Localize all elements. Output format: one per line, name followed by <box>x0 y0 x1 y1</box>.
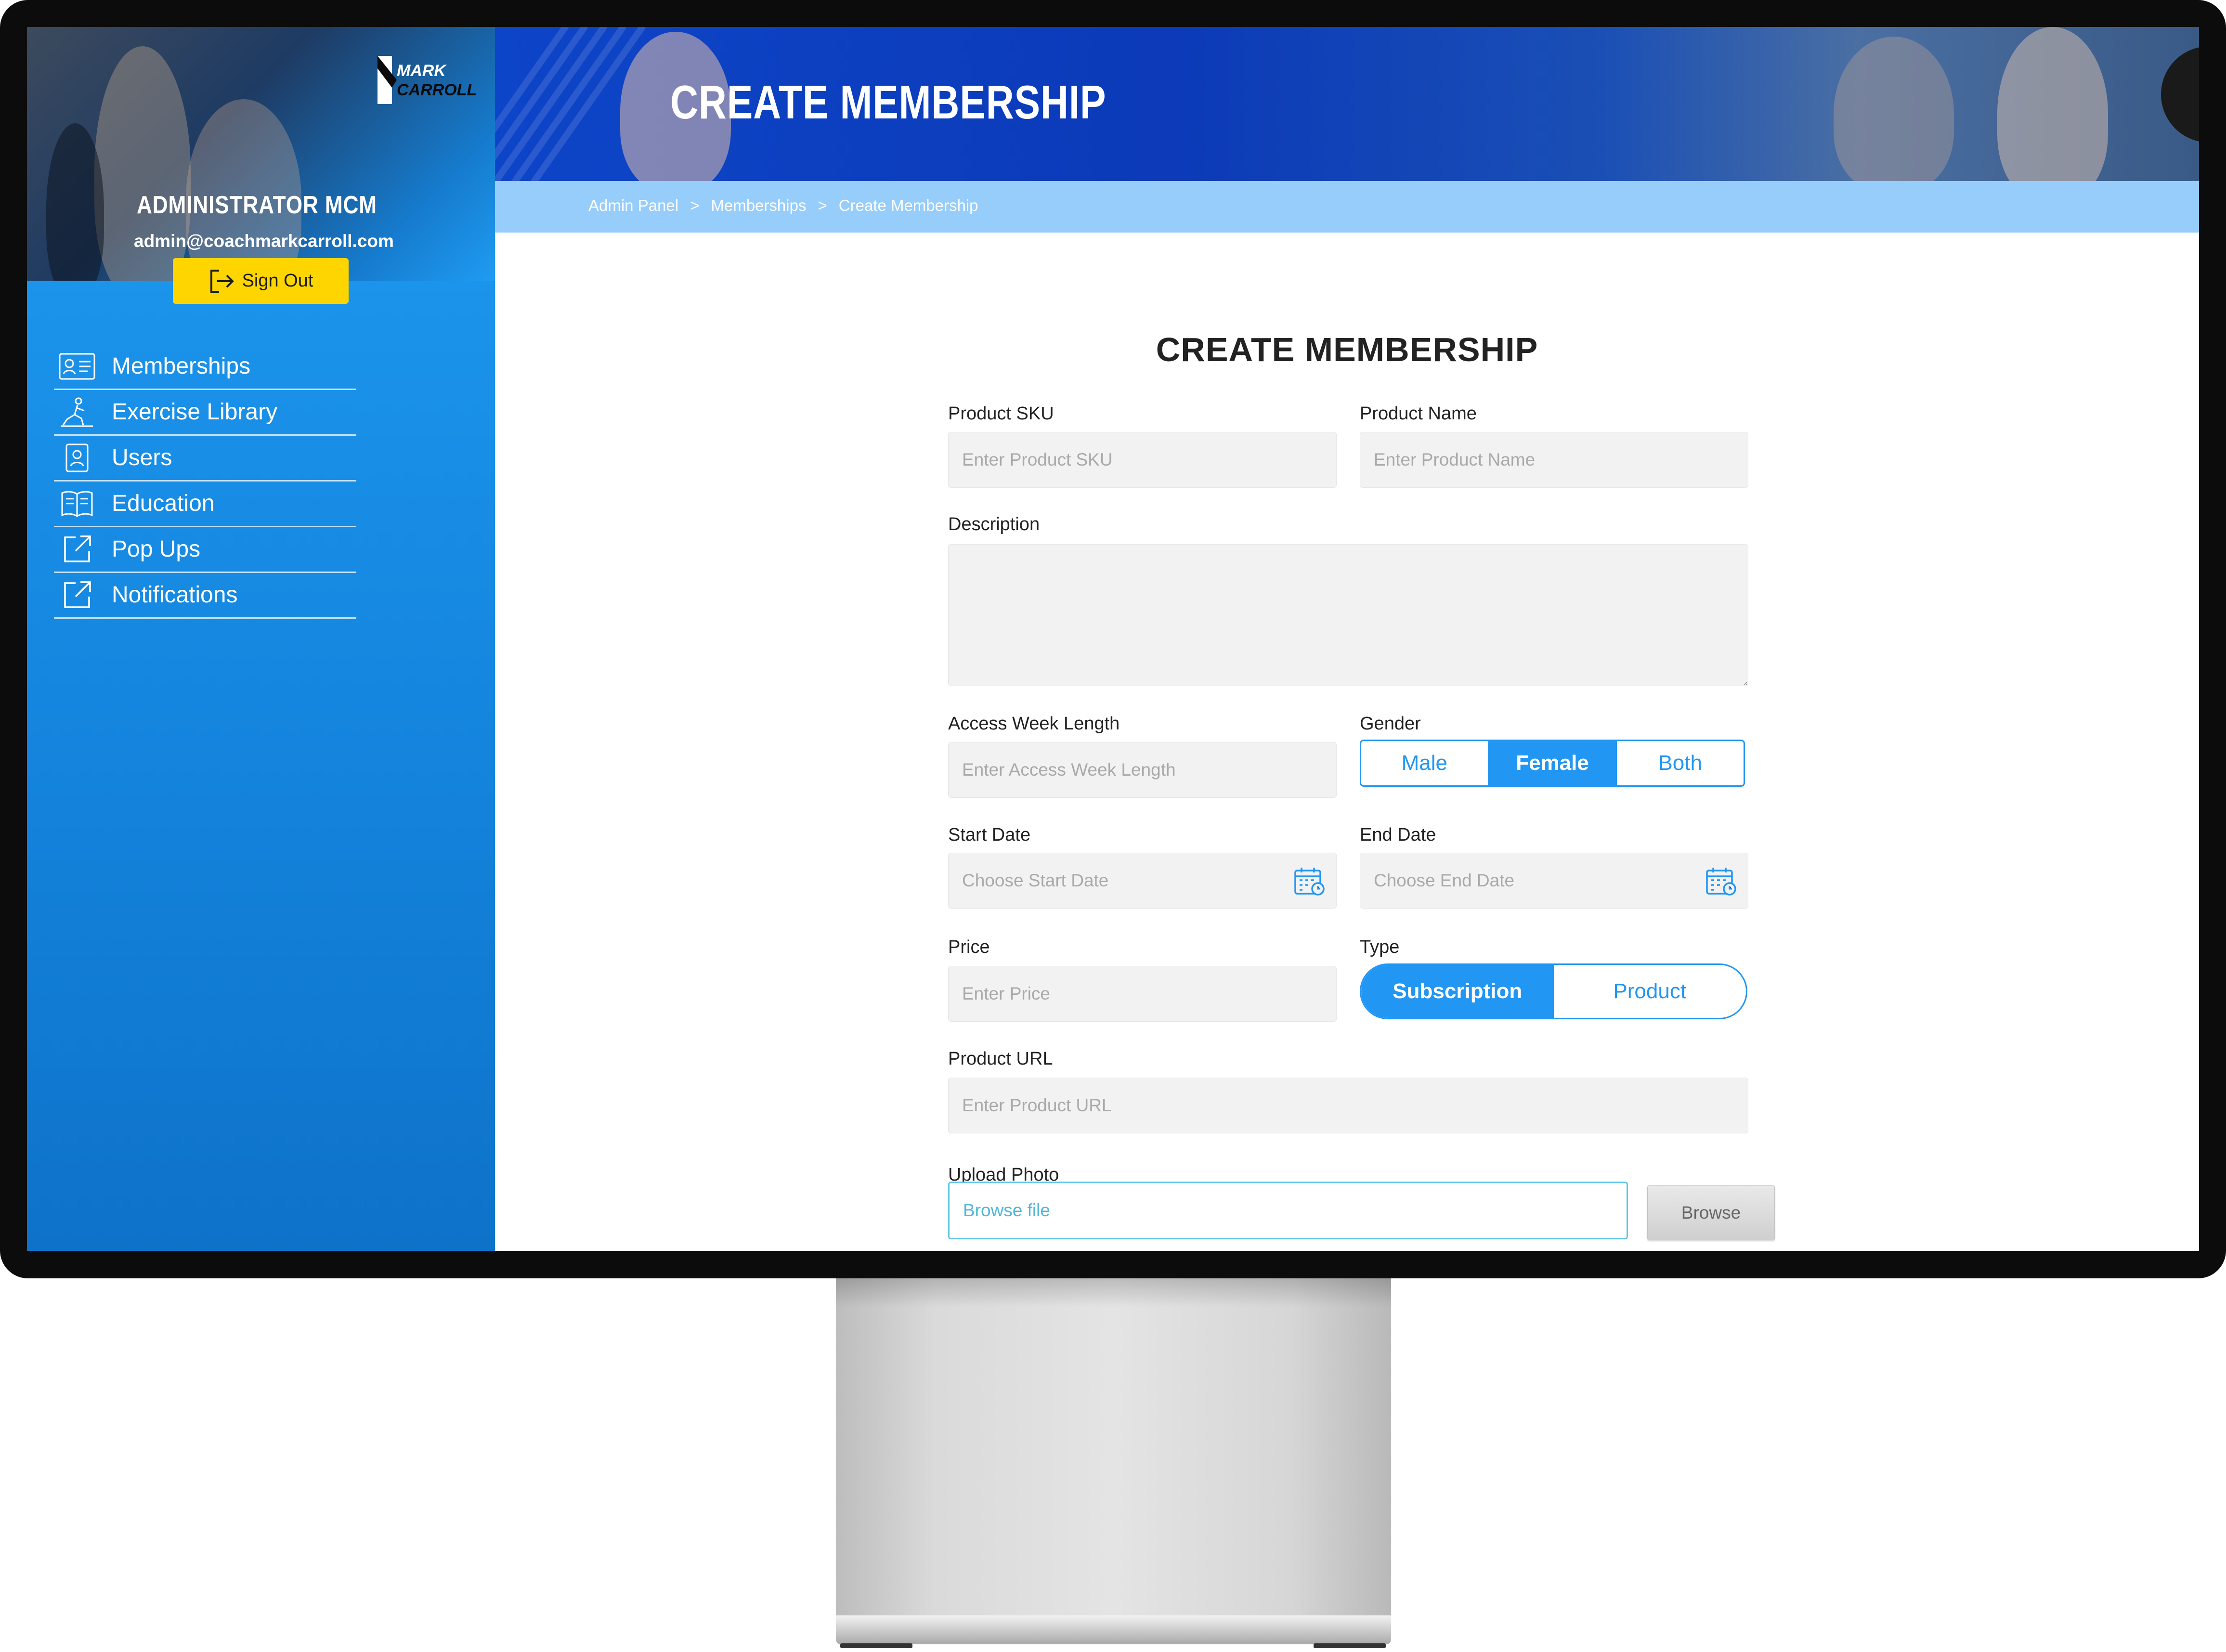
book-icon <box>57 489 97 518</box>
access-week-length-label: Access Week Length <box>948 714 1120 734</box>
calendar-icon[interactable] <box>1294 867 1326 897</box>
user-badge-icon <box>57 443 97 473</box>
access-week-length-input[interactable]: Enter Access Week Length <box>948 742 1337 798</box>
product-url-input[interactable]: Enter Product URL <box>948 1078 1748 1133</box>
start-date-label: Start Date <box>948 825 1031 845</box>
logo-text-bottom: CARROLL <box>397 81 477 99</box>
monitor-foot-left <box>840 1643 912 1648</box>
external-link-icon <box>57 580 97 610</box>
monitor-stand-base <box>836 1615 1391 1644</box>
type-label: Type <box>1360 937 1400 957</box>
sidebar-item-notifications[interactable]: Notifications <box>54 572 356 619</box>
page-title: CREATE MEMBERSHIP <box>670 76 1106 129</box>
type-toggle: Subscription Product <box>1360 963 1747 1019</box>
sidebar-item-education[interactable]: Education <box>54 481 356 527</box>
sign-out-icon <box>210 269 234 293</box>
gender-option-female[interactable]: Female <box>1487 741 1616 785</box>
sidebar-item-label: Notifications <box>112 582 238 608</box>
form-title: CREATE MEMBERSHIP <box>1156 331 1538 368</box>
sidebar: MARK CARROLL ADMINISTRATOR MCM admin@coa… <box>27 27 495 1251</box>
monitor-stand <box>836 1278 1391 1615</box>
breadcrumb-admin-panel[interactable]: Admin Panel <box>588 196 678 215</box>
external-link-icon <box>57 534 97 564</box>
admin-name: ADMINISTRATOR MCM <box>137 191 377 219</box>
end-date-input[interactable]: Choose End Date <box>1360 853 1748 909</box>
product-url-label: Product URL <box>948 1049 1053 1069</box>
product-sku-input[interactable]: Enter Product SKU <box>948 432 1337 488</box>
price-label: Price <box>948 937 990 957</box>
mark-carroll-logo: MARK CARROLL <box>378 56 477 104</box>
sidebar-item-pop-ups[interactable]: Pop Ups <box>54 527 356 573</box>
breadcrumb: Admin Panel > Memberships > Create Membe… <box>588 196 978 215</box>
admin-email: admin@coachmarkcarroll.com <box>134 231 394 251</box>
gender-option-male[interactable]: Male <box>1361 741 1488 785</box>
breadcrumb-separator: > <box>690 196 700 214</box>
screen: MARK CARROLL ADMINISTRATOR MCM admin@coa… <box>27 27 2199 1251</box>
calendar-icon[interactable] <box>1705 867 1737 897</box>
sign-out-button[interactable]: Sign Out <box>173 258 349 304</box>
description-label: Description <box>948 514 1040 534</box>
end-date-label: End Date <box>1360 825 1436 845</box>
type-option-subscription[interactable]: Subscription <box>1361 965 1554 1018</box>
breadcrumb-separator: > <box>818 196 827 214</box>
banner-photo-athletes <box>1834 37 1954 181</box>
sidebar-item-label: Education <box>112 491 215 516</box>
product-name-label: Product Name <box>1360 403 1477 424</box>
gender-toggle: Male Female Both <box>1360 740 1745 787</box>
description-textarea[interactable] <box>948 544 1748 686</box>
breadcrumb-current: Create Membership <box>838 196 978 214</box>
sidebar-item-label: Users <box>112 445 172 470</box>
gender-label: Gender <box>1360 714 1421 734</box>
sidebar-item-label: Memberships <box>112 353 251 379</box>
monitor-stand-shadow <box>836 1278 1391 1307</box>
gender-option-both[interactable]: Both <box>1615 741 1744 785</box>
breadcrumb-memberships[interactable]: Memberships <box>711 196 806 215</box>
sidebar-item-users[interactable]: Users <box>54 435 356 481</box>
sign-out-label: Sign Out <box>242 271 313 291</box>
product-sku-label: Product SKU <box>948 403 1054 424</box>
start-date-input[interactable]: Choose Start Date <box>948 853 1337 909</box>
start-date-placeholder: Choose Start Date <box>962 871 1109 890</box>
sidebar-item-label: Exercise Library <box>112 399 278 425</box>
sidebar-item-memberships[interactable]: Memberships <box>54 344 356 390</box>
sidebar-item-exercise-library[interactable]: Exercise Library <box>54 390 356 436</box>
browse-button[interactable]: Browse <box>1647 1185 1775 1240</box>
upload-photo-input[interactable]: Browse file <box>948 1182 1628 1239</box>
type-option-product[interactable]: Product <box>1554 965 1746 1018</box>
end-date-placeholder: Choose End Date <box>1374 871 1515 890</box>
monitor-foot-right <box>1314 1643 1386 1648</box>
exercise-icon <box>57 397 97 427</box>
price-input[interactable]: Enter Price <box>948 966 1337 1022</box>
sidebar-item-label: Pop Ups <box>112 536 201 562</box>
logo-text-top: MARK <box>397 62 447 80</box>
id-card-icon <box>57 353 97 380</box>
product-name-input[interactable]: Enter Product Name <box>1360 432 1748 488</box>
